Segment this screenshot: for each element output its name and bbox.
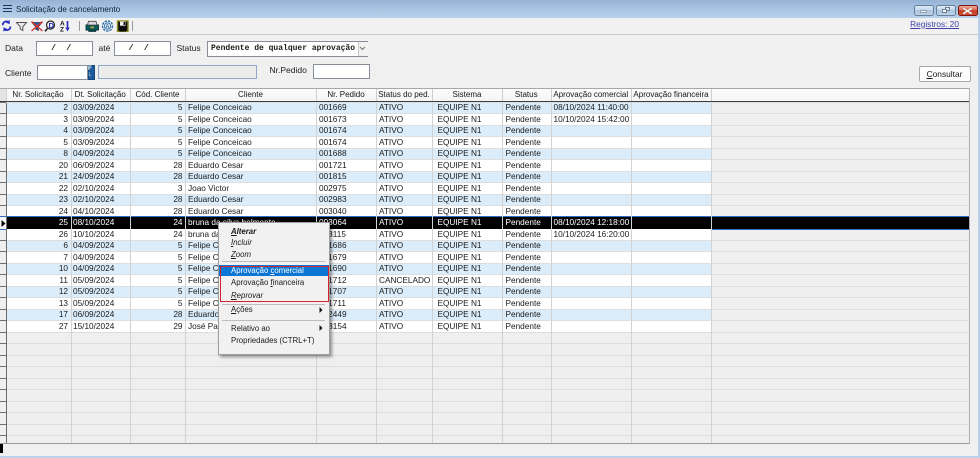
svg-text:D: D — [49, 21, 55, 30]
svg-text:A: A — [105, 24, 110, 30]
svg-text:Z: Z — [60, 27, 64, 33]
